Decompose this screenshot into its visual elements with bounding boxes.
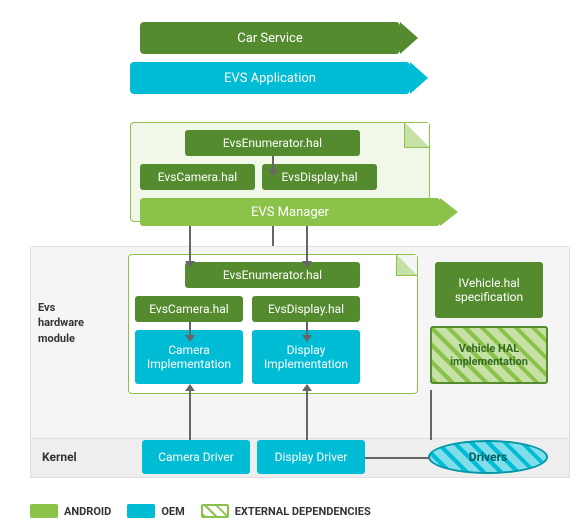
- car-service-label: Car Service: [237, 31, 302, 46]
- evs-display-hal-top-box: EvsDisplay.hal: [262, 164, 377, 190]
- legend-android: ANDROID: [30, 504, 111, 518]
- evs-manager-label: EVS Manager: [251, 205, 329, 220]
- legend-android-color: [30, 504, 58, 518]
- evs-display-hal-bottom-label: EvsDisplay.hal: [268, 302, 344, 316]
- evs-application-box: EVS Application: [130, 62, 410, 94]
- evs-camera-hal-bottom-label: EvsCamera.hal: [149, 302, 228, 316]
- evs-enumerator-hal-top-box: EvsEnumerator.hal: [185, 130, 360, 156]
- evs-enumerator-hal-top-label: EvsEnumerator.hal: [223, 136, 322, 150]
- evs-camera-hal-bottom-box: EvsCamera.hal: [135, 296, 243, 322]
- arrow-camera-hal-to-impl: [189, 322, 191, 336]
- car-service-box: Car Service: [140, 22, 400, 54]
- evs-manager-box: EVS Manager: [140, 198, 440, 226]
- display-implementation-label: DisplayImplementation: [264, 343, 348, 371]
- legend-external-color: [201, 504, 229, 518]
- legend-android-label: ANDROID: [64, 505, 111, 518]
- camera-driver-label: Camera Driver: [158, 450, 234, 464]
- display-driver-label: Display Driver: [275, 450, 348, 464]
- v-connector-right: [430, 390, 432, 440]
- legend-oem-color: [127, 504, 155, 518]
- drivers-oval: Drivers: [428, 440, 548, 474]
- camera-driver-box: Camera Driver: [142, 440, 250, 474]
- arrow-camera-driver-to-impl: [189, 390, 191, 440]
- evs-display-hal-bottom-box: EvsDisplay.hal: [252, 296, 360, 322]
- h-connector-bottom: [365, 457, 430, 459]
- arrow-display-driver-to-impl: [306, 390, 308, 440]
- evs-hardware-label: Evshardwaremodule: [38, 300, 118, 346]
- kernel-label: Kernel: [42, 450, 77, 464]
- ivehicle-box: IVehicle.halspecification: [435, 262, 543, 318]
- evs-camera-hal-top-box: EvsCamera.hal: [140, 164, 255, 190]
- drivers-label: Drivers: [469, 450, 507, 464]
- arrow-enum-top-to-bottom: [272, 156, 274, 170]
- arrow-display-hal-to-impl: [306, 322, 308, 336]
- evs-enumerator-hal-bottom-box: EvsEnumerator.hal: [185, 262, 360, 288]
- legend-external-label: EXTERNAL DEPENDENCIES: [235, 505, 371, 518]
- legend-external: EXTERNAL DEPENDENCIES: [201, 504, 371, 518]
- evs-display-hal-top-label: EvsDisplay.hal: [281, 170, 357, 184]
- legend: ANDROID OEM EXTERNAL DEPENDENCIES: [30, 504, 371, 518]
- evs-camera-hal-top-label: EvsCamera.hal: [158, 170, 237, 184]
- display-driver-box: Display Driver: [257, 440, 365, 474]
- evs-enumerator-hal-bottom-label: EvsEnumerator.hal: [223, 268, 322, 282]
- diagram-container: Car Service EVS Application EvsEnumerato…: [0, 0, 577, 522]
- vehicle-hal-label: Vehicle HALimplementation: [450, 342, 528, 368]
- camera-implementation-label: CameraImplementation: [147, 343, 231, 371]
- evs-hardware-line1: Evshardwaremodule: [38, 301, 84, 345]
- ivehicle-label: IVehicle.halspecification: [455, 276, 523, 304]
- legend-oem: OEM: [127, 504, 184, 518]
- legend-oem-label: OEM: [161, 505, 184, 518]
- vehicle-hal-box: Vehicle HALimplementation: [430, 326, 548, 384]
- kernel-text: Kernel: [42, 450, 77, 464]
- arrow-display-hal-top: [306, 226, 308, 262]
- evs-application-label: EVS Application: [224, 71, 316, 86]
- arrow-camera-hal-top: [189, 226, 191, 262]
